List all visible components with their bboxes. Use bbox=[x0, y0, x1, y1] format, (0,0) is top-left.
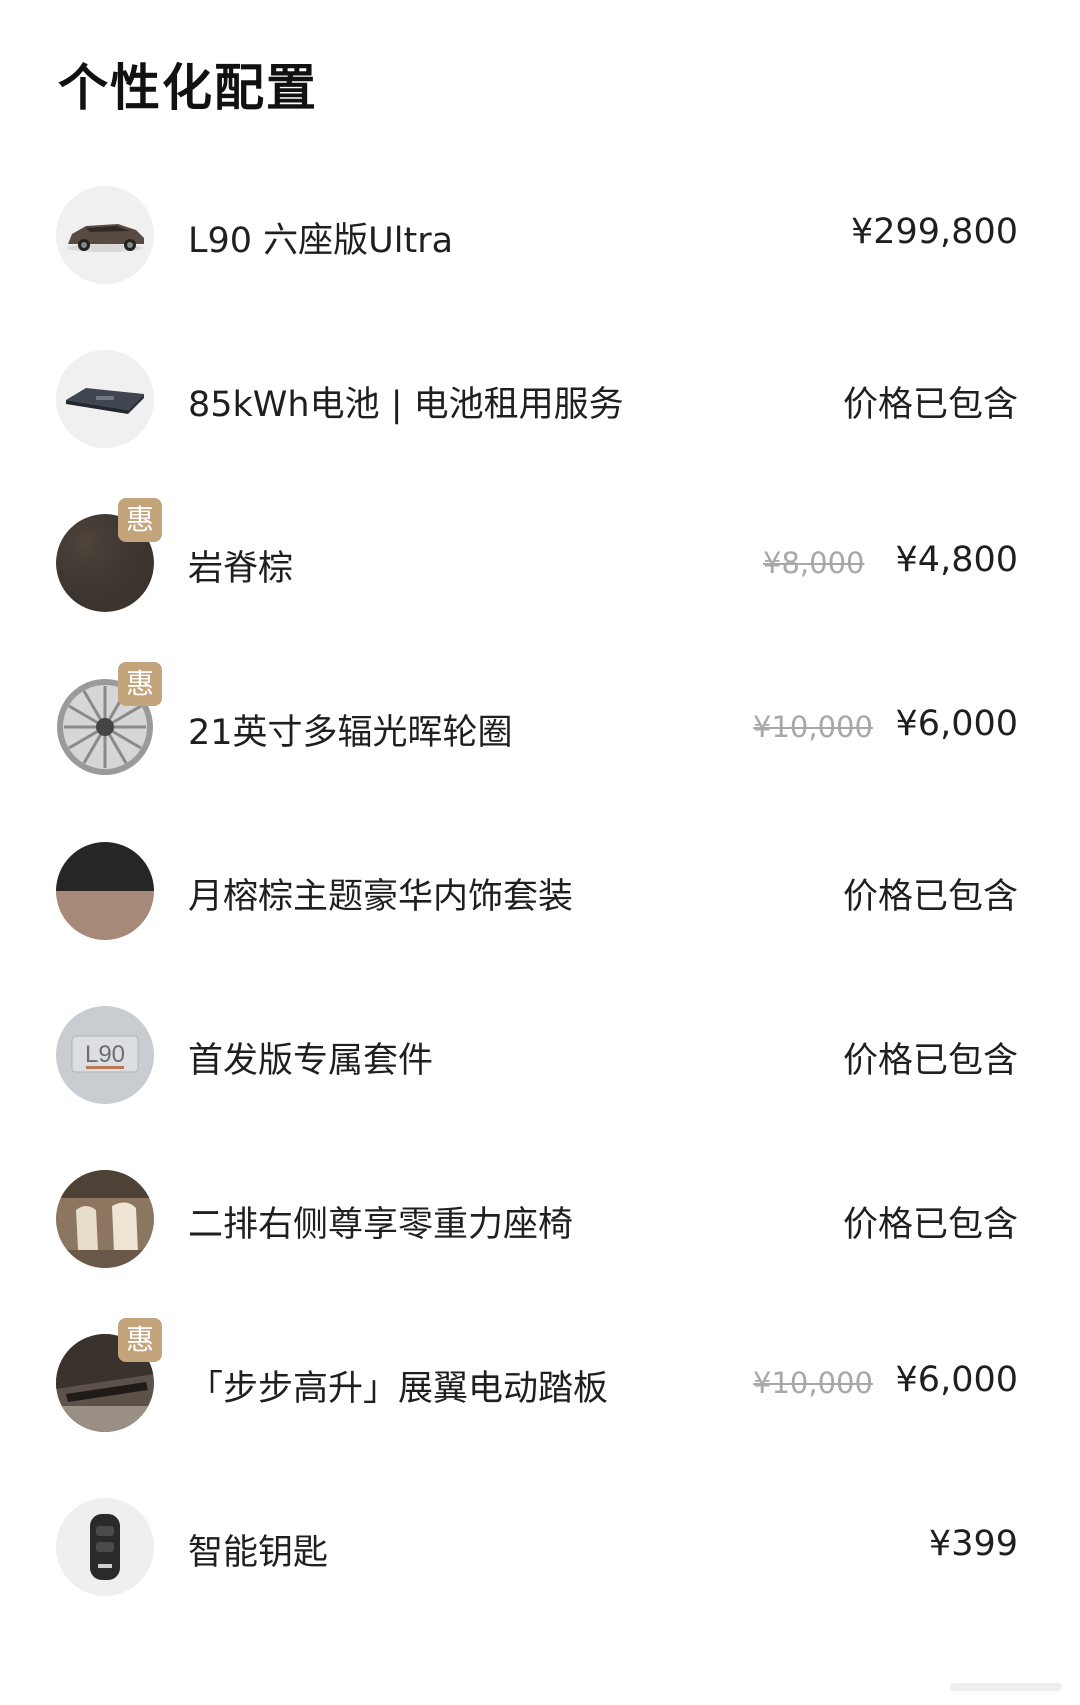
item-price: 价格已包含 bbox=[842, 877, 1018, 917]
original-price: ¥10,000 bbox=[753, 710, 873, 744]
config-item-first-edition-kit[interactable]: L90 首发版专属套件 价格已包含 bbox=[0, 994, 1080, 1114]
watermark-icon bbox=[950, 1683, 1062, 1691]
item-price: ¥6,000 bbox=[895, 704, 1018, 744]
item-name: 「步步高升」展翼电动踏板 bbox=[188, 1369, 609, 1409]
battery-icon bbox=[56, 350, 154, 448]
item-name: 首发版专属套件 bbox=[188, 1041, 434, 1081]
config-item-model[interactable]: L90 六座版Ultra ¥299,800 bbox=[0, 174, 1080, 294]
key-icon bbox=[56, 1498, 154, 1596]
item-name: 85kWh电池 | 电池租用服务 bbox=[188, 385, 624, 425]
config-item-interior[interactable]: 月榕棕主题豪华内饰套装 价格已包含 bbox=[0, 830, 1080, 950]
discount-badge: 惠 bbox=[118, 1318, 162, 1362]
item-price: ¥299,800 bbox=[850, 212, 1018, 252]
item-price: ¥6,000 bbox=[895, 1360, 1018, 1400]
item-price: 价格已包含 bbox=[842, 385, 1018, 425]
config-item-battery[interactable]: 85kWh电池 | 电池租用服务 价格已包含 bbox=[0, 338, 1080, 458]
item-name: 21英寸多辐光晖轮圈 bbox=[188, 713, 513, 753]
car-icon bbox=[56, 186, 154, 284]
item-name: 二排右侧尊享零重力座椅 bbox=[188, 1205, 574, 1245]
config-item-smart-key[interactable]: 智能钥匙 ¥399 bbox=[0, 1486, 1080, 1606]
config-item-step-board[interactable]: 惠 「步步高升」展翼电动踏板 ¥10,000 ¥6,000 bbox=[0, 1318, 1080, 1442]
config-item-seat[interactable]: 二排右侧尊享零重力座椅 价格已包含 bbox=[0, 1158, 1080, 1278]
config-item-exterior-color[interactable]: 惠 岩脊棕 ¥8,000 ¥4,800 bbox=[0, 498, 1080, 622]
page-title: 个性化配置 bbox=[58, 59, 318, 117]
item-name: 月榕棕主题豪华内饰套装 bbox=[188, 877, 574, 917]
config-item-wheels[interactable]: 惠 21英寸多辐光晖轮圈 ¥10,000 ¥6,000 bbox=[0, 662, 1080, 786]
item-price: ¥4,800 bbox=[895, 540, 1018, 580]
item-name: L90 六座版Ultra bbox=[188, 221, 454, 261]
item-price: 价格已包含 bbox=[842, 1205, 1018, 1245]
svg-text:L90: L90 bbox=[85, 1041, 125, 1068]
original-price: ¥8,000 bbox=[763, 546, 865, 580]
item-name: 岩脊棕 bbox=[188, 549, 294, 589]
item-name: 智能钥匙 bbox=[188, 1533, 329, 1573]
item-price: 价格已包含 bbox=[842, 1041, 1018, 1081]
discount-badge: 惠 bbox=[118, 662, 162, 706]
item-price: ¥399 bbox=[928, 1524, 1018, 1564]
original-price: ¥10,000 bbox=[753, 1366, 873, 1400]
badge-emblem-icon: L90 bbox=[56, 1006, 154, 1104]
discount-badge: 惠 bbox=[118, 498, 162, 542]
seat-icon bbox=[56, 1170, 154, 1268]
interior-swatch-icon bbox=[56, 842, 154, 940]
